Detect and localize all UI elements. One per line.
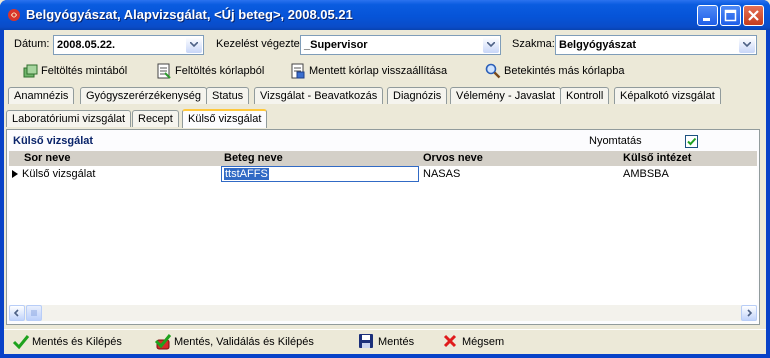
- szakma-select[interactable]: Belgyógyászat: [555, 35, 757, 55]
- mentes-es-kilepes-button[interactable]: Mentés és Kilépés: [12, 333, 140, 351]
- column-header-kulso-intezet[interactable]: Külső intézet: [623, 152, 691, 164]
- betekintes-mas-korlapba-button[interactable]: Betekintés más kórlapba: [485, 63, 635, 81]
- grip-icon: [31, 310, 37, 316]
- mentes-validalas-es-kilepes-label: Mentés, Validálás és Kilépés: [174, 336, 314, 348]
- record-fill-icon: [157, 63, 171, 79]
- mentes-label: Mentés: [378, 336, 415, 348]
- app-logo-icon: [8, 9, 20, 21]
- feltoltes-mintabol-label: Feltöltés mintából: [41, 65, 128, 77]
- datum-value: 2008.05.22.: [57, 39, 116, 51]
- chevron-down-icon[interactable]: [483, 37, 499, 53]
- tab-diagnozis[interactable]: Diagnózis: [387, 87, 448, 104]
- megsem-button[interactable]: Mégsem: [442, 333, 512, 351]
- floppy-disk-icon: [359, 334, 373, 348]
- scroll-left-button[interactable]: [9, 305, 25, 321]
- column-header-sor-neve[interactable]: Sor neve: [24, 152, 70, 164]
- horizontal-scrollbar[interactable]: [9, 305, 757, 321]
- chevron-down-icon[interactable]: [186, 37, 202, 53]
- mentes-validalas-es-kilepes-button[interactable]: Mentés, Validálás és Kilépés: [154, 333, 324, 351]
- tab-velemeny-javaslat[interactable]: Vélemény - Javaslat: [450, 87, 562, 104]
- tab-kontroll[interactable]: Kontroll: [560, 87, 610, 104]
- datum-date-picker[interactable]: 2008.05.22.: [53, 35, 204, 55]
- restore-record-icon: [291, 63, 305, 79]
- kezelest-vegezte-select[interactable]: _Supervisor: [300, 35, 501, 55]
- betekintes-mas-korlapba-label: Betekintés más kórlapba: [504, 65, 625, 77]
- scrollbar-thumb[interactable]: [26, 305, 42, 321]
- magnifier-icon: [485, 63, 501, 79]
- kulso-vizsgalat-panel: Külső vizsgálat Nyomtatás Sor neve Beteg…: [6, 129, 760, 325]
- kezelest-vegezte-label: Kezelést végezte:: [216, 38, 303, 50]
- feltoltes-korlapbol-button[interactable]: Feltöltés kórlapból: [156, 63, 286, 81]
- tab-kepalkoto-vizsgalat[interactable]: Képalkotó vizsgálat: [614, 87, 721, 104]
- feltoltes-mintabol-button[interactable]: Feltöltés mintából: [22, 63, 152, 81]
- cell-orvos-neve[interactable]: NASAS: [423, 168, 460, 180]
- bottom-action-bar: Mentés és Kilépés Mentés, Validálás és K…: [4, 329, 766, 353]
- mentett-korlap-visszaallitasa-label: Mentett kórlap visszaállítása: [309, 65, 448, 77]
- tab-laboratoriumi-vizsgalat[interactable]: Laboratóriumi vizsgálat: [6, 110, 132, 127]
- mentett-korlap-visszaallitasa-button[interactable]: Mentett kórlap visszaállítása: [290, 63, 460, 81]
- szakma-value: Belgyógyászat: [559, 39, 637, 51]
- nyomtatas-checkbox[interactable]: [685, 135, 698, 148]
- cell-kulso-intezet[interactable]: AMBSBA: [623, 168, 669, 180]
- panel-header: Külső vizsgálat Nyomtatás: [9, 133, 757, 149]
- datum-label: Dátum:: [14, 38, 50, 50]
- template-fill-icon: [23, 64, 38, 78]
- validate-icon: [154, 334, 172, 350]
- kezelest-vegezte-value: _Supervisor: [304, 39, 368, 51]
- checkmark-icon: [12, 335, 30, 350]
- window-title: Belgyógyászat, Alapvizsgálat, <Új beteg>…: [26, 7, 353, 22]
- szakma-label: Szakma:: [512, 38, 555, 50]
- chevron-down-icon[interactable]: [739, 37, 755, 53]
- minimize-icon: [703, 18, 710, 21]
- tab-kulso-vizsgalat[interactable]: Külső vizsgálat: [182, 109, 268, 128]
- tab-recept[interactable]: Recept: [132, 110, 179, 127]
- megsem-label: Mégsem: [462, 336, 505, 348]
- scroll-right-button[interactable]: [741, 305, 757, 321]
- panel-title: Külső vizsgálat: [13, 135, 94, 147]
- cell-sor-neve[interactable]: Külső vizsgálat: [22, 168, 95, 180]
- maximize-button[interactable]: [720, 5, 741, 26]
- tab-status[interactable]: Status: [206, 87, 250, 104]
- maximize-icon: [724, 9, 737, 22]
- tab-anamnezis[interactable]: Anamnézis: [8, 87, 75, 104]
- nyomtatas-label: Nyomtatás: [589, 135, 642, 147]
- tab-vizsgalat-beavatkozas[interactable]: Vizsgálat - Beavatkozás: [254, 87, 384, 104]
- cell-beteg-neve[interactable]: ttstAFFS: [224, 168, 269, 180]
- kulso-vizsgalat-grid[interactable]: Sor neve Beteg neve Orvos neve Külső int…: [9, 151, 757, 321]
- mentes-es-kilepes-label: Mentés és Kilépés: [32, 336, 122, 348]
- app-window: Belgyógyászat, Alapvizsgálat, <Új beteg>…: [0, 0, 770, 358]
- red-x-icon: [443, 334, 457, 348]
- column-header-beteg-neve[interactable]: Beteg neve: [224, 152, 283, 164]
- chevron-left-icon: [13, 309, 19, 317]
- row-pointer-icon: [12, 170, 18, 178]
- tab-gyogyszerérzekenyseg[interactable]: Gyógyszerérzékenység: [80, 87, 207, 104]
- cell-beteg-neve-editor[interactable]: ttstAFFS: [221, 166, 419, 182]
- window-client-area: Dátum: 2008.05.22. Kezelést végezte: _Su…: [4, 30, 766, 354]
- feltoltes-korlapbol-label: Feltöltés kórlapból: [175, 65, 265, 77]
- table-row[interactable]: Külső vizsgálat ttstAFFS NASAS AMBSBA: [9, 166, 757, 182]
- checkmark-icon: [687, 137, 697, 146]
- column-header-orvos-neve[interactable]: Orvos neve: [423, 152, 483, 164]
- close-button[interactable]: [743, 5, 764, 26]
- grid-header: Sor neve Beteg neve Orvos neve Külső int…: [9, 151, 757, 166]
- minimize-button[interactable]: [697, 5, 718, 26]
- chevron-right-icon: [747, 309, 753, 317]
- close-icon: [748, 10, 759, 21]
- mentes-button[interactable]: Mentés: [358, 333, 428, 351]
- title-bar[interactable]: Belgyógyászat, Alapvizsgálat, <Új beteg>…: [0, 0, 770, 30]
